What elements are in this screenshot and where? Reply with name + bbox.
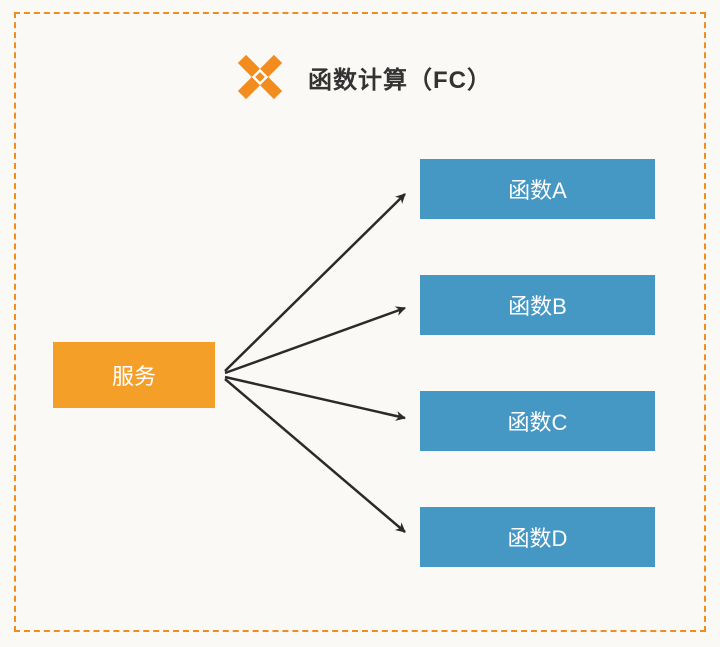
function-node-a: 函数A [420, 159, 655, 219]
function-label: 函数C [508, 405, 568, 437]
header: 函数计算（FC） [230, 47, 492, 107]
fc-logo-icon [230, 47, 290, 107]
function-node-c: 函数C [420, 391, 655, 451]
function-label: 函数B [508, 289, 567, 321]
function-label: 函数D [508, 521, 568, 553]
service-node: 服务 [53, 342, 215, 408]
function-node-b: 函数B [420, 275, 655, 335]
function-label: 函数A [508, 173, 567, 205]
diagram-title: 函数计算（FC） [308, 60, 492, 95]
function-node-d: 函数D [420, 507, 655, 567]
service-label: 服务 [112, 359, 156, 391]
